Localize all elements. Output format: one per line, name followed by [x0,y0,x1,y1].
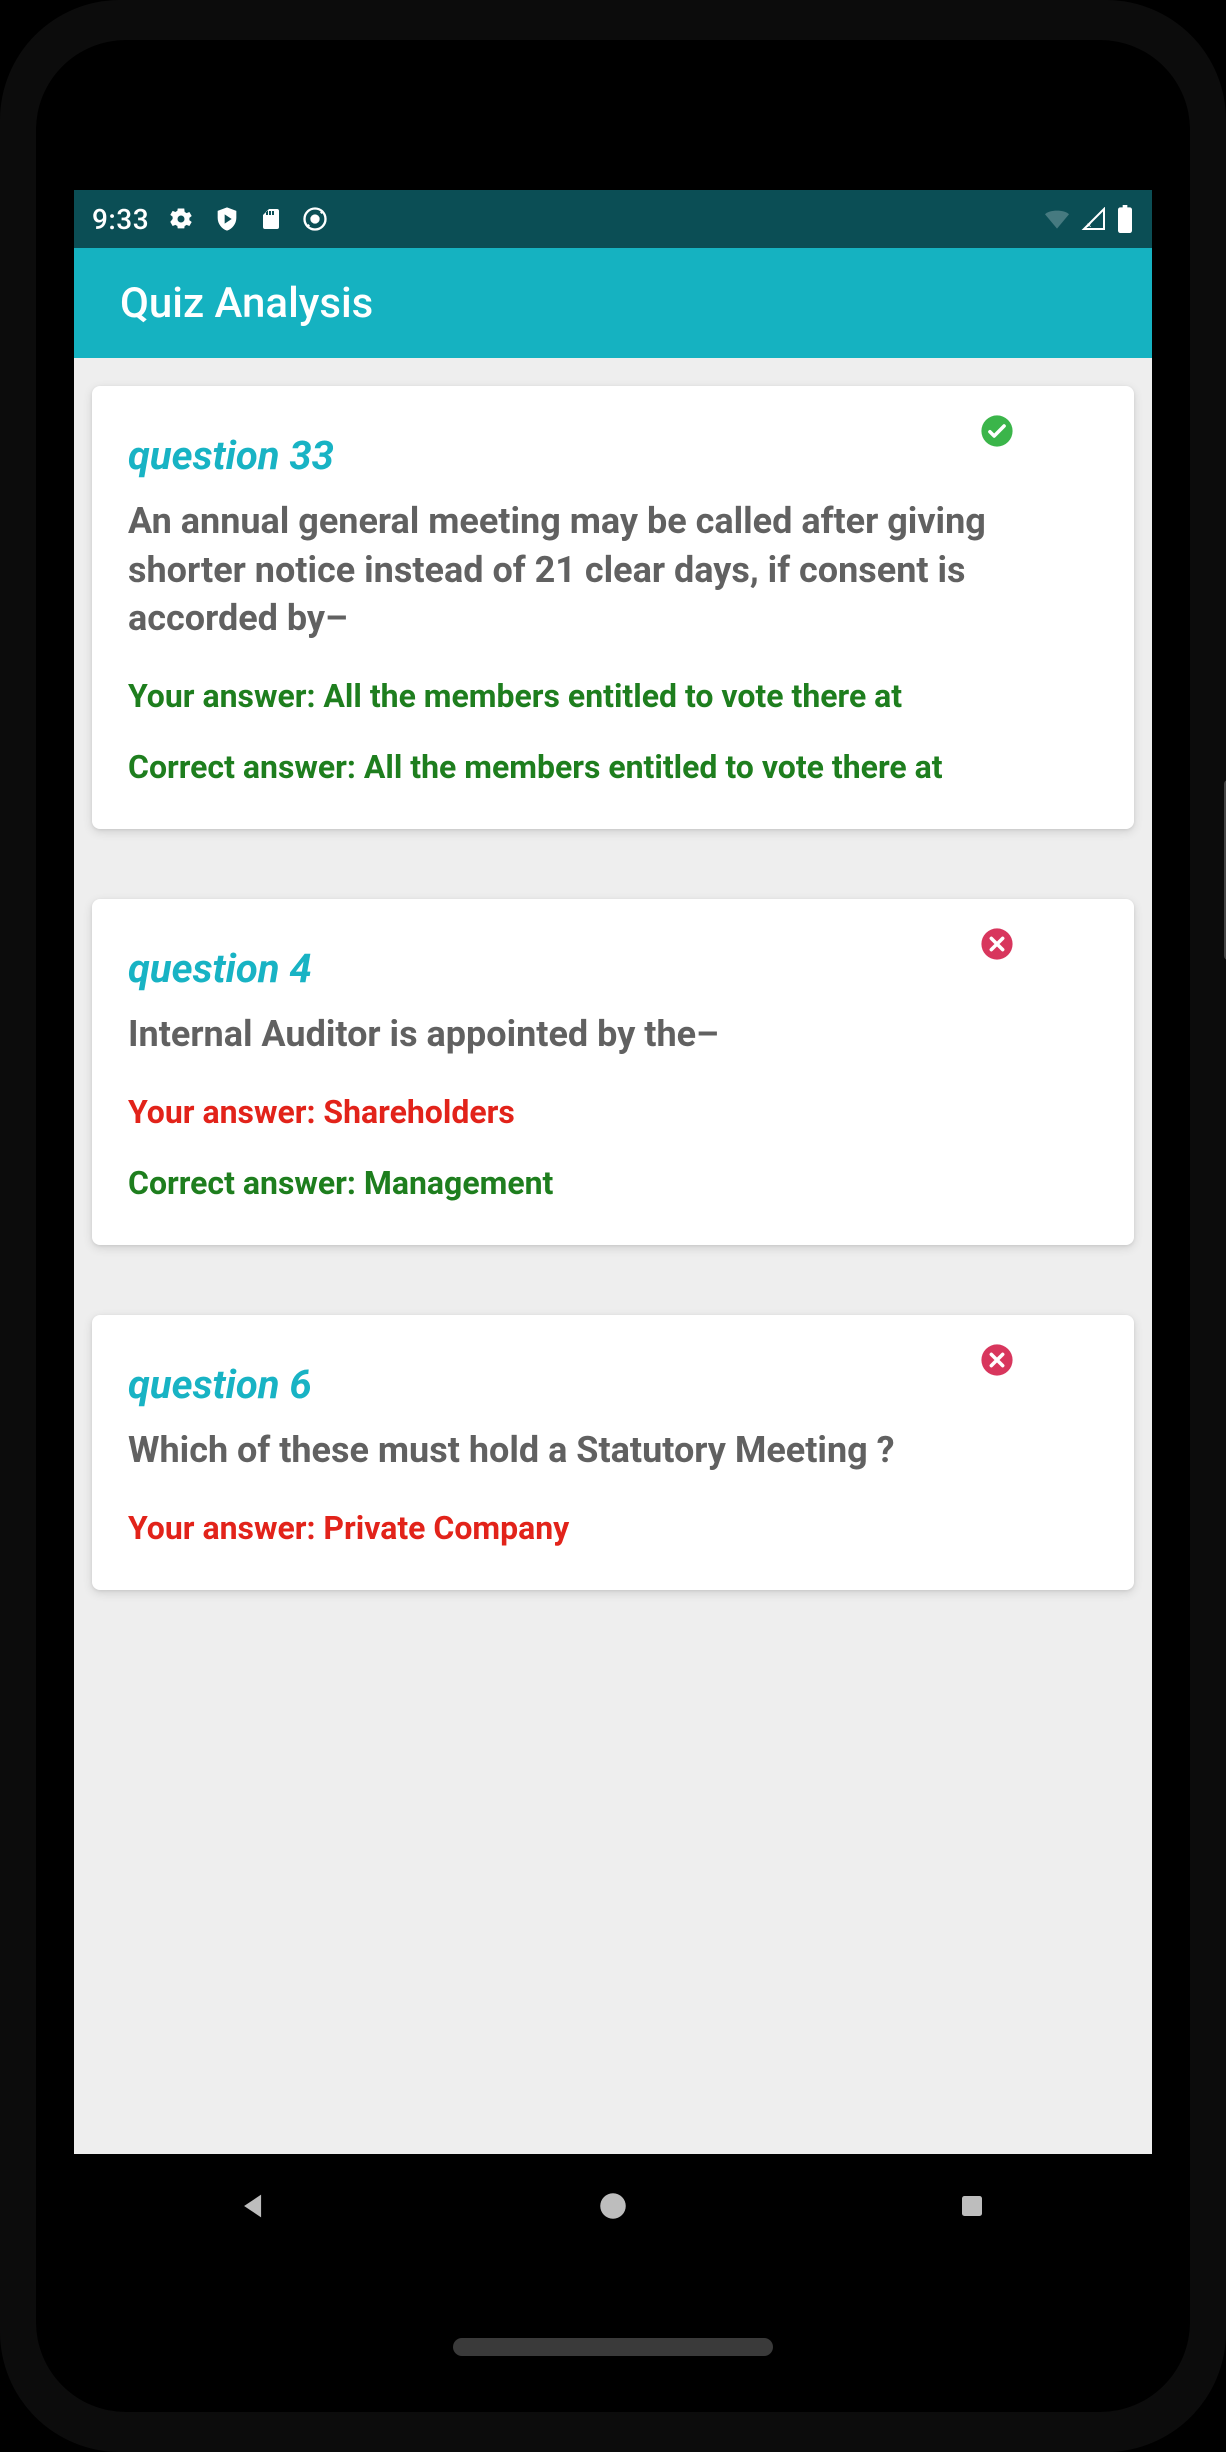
your-answer-label: Your answer: [128,1093,323,1131]
content-scroll[interactable]: question 33 An annual general meeting ma… [74,358,1152,1590]
circle-a-icon [301,205,329,233]
navigation-bar [74,2154,1152,2258]
question-text: Internal Auditor is appointed by the– [128,1010,1098,1059]
status-time: 9:33 [92,203,149,236]
your-answer-label: Your answer: [128,1509,323,1547]
status-right: × [1042,205,1134,233]
your-answer-value: Shareholders [323,1093,514,1131]
your-answer-line: Your answer: Shareholders [128,1091,1098,1134]
status-bar: 9:33 [74,190,1152,248]
your-answer-label: Your answer: [128,677,323,715]
svg-text:×: × [1087,221,1091,230]
battery-icon [1116,205,1134,233]
back-button[interactable] [224,2176,284,2236]
app-bar: Quiz Analysis [74,248,1152,358]
signal-icon: × [1080,207,1108,231]
sd-card-icon [259,205,283,233]
home-button[interactable] [583,2176,643,2236]
question-card: question 6 Which of these must hold a St… [92,1315,1134,1590]
app-title: Quiz Analysis [120,279,373,328]
your-answer-line: Your answer: Private Company [128,1507,1098,1550]
device-frame: 9:33 [0,0,1226,2452]
correct-answer-label: Correct answer: [128,748,364,786]
gear-icon [167,205,195,233]
question-label: question 33 [128,432,1098,479]
your-answer-value: Private Company [323,1509,569,1547]
question-card: question 4 Internal Auditor is appointed… [92,899,1134,1245]
question-label: question 6 [128,1361,1098,1408]
check-circle-icon [980,414,1014,452]
status-left: 9:33 [92,203,329,236]
correct-answer-line: Correct answer: Management [128,1162,1098,1205]
question-label: question 4 [128,945,1098,992]
shield-play-icon [213,205,241,233]
speaker-bottom [453,2338,773,2356]
your-answer-line: Your answer: All the members entitled to… [128,675,1098,718]
x-circle-icon [980,927,1014,965]
correct-answer-value: Management [364,1164,554,1202]
your-answer-value: All the members entitled to vote there a… [323,677,902,715]
question-card: question 33 An annual general meeting ma… [92,386,1134,829]
correct-answer-line: Correct answer: All the members entitled… [128,746,1098,789]
correct-answer-value: All the members entitled to vote there a… [364,748,943,786]
wifi-icon [1042,207,1072,231]
screen: 9:33 [74,190,1152,2258]
recent-apps-button[interactable] [942,2176,1002,2236]
question-text: An annual general meeting may be called … [128,497,1098,643]
device-inner: 9:33 [36,40,1190,2412]
x-circle-icon [980,1343,1014,1381]
question-text: Which of these must hold a Statutory Mee… [128,1426,1098,1475]
correct-answer-label: Correct answer: [128,1164,364,1202]
